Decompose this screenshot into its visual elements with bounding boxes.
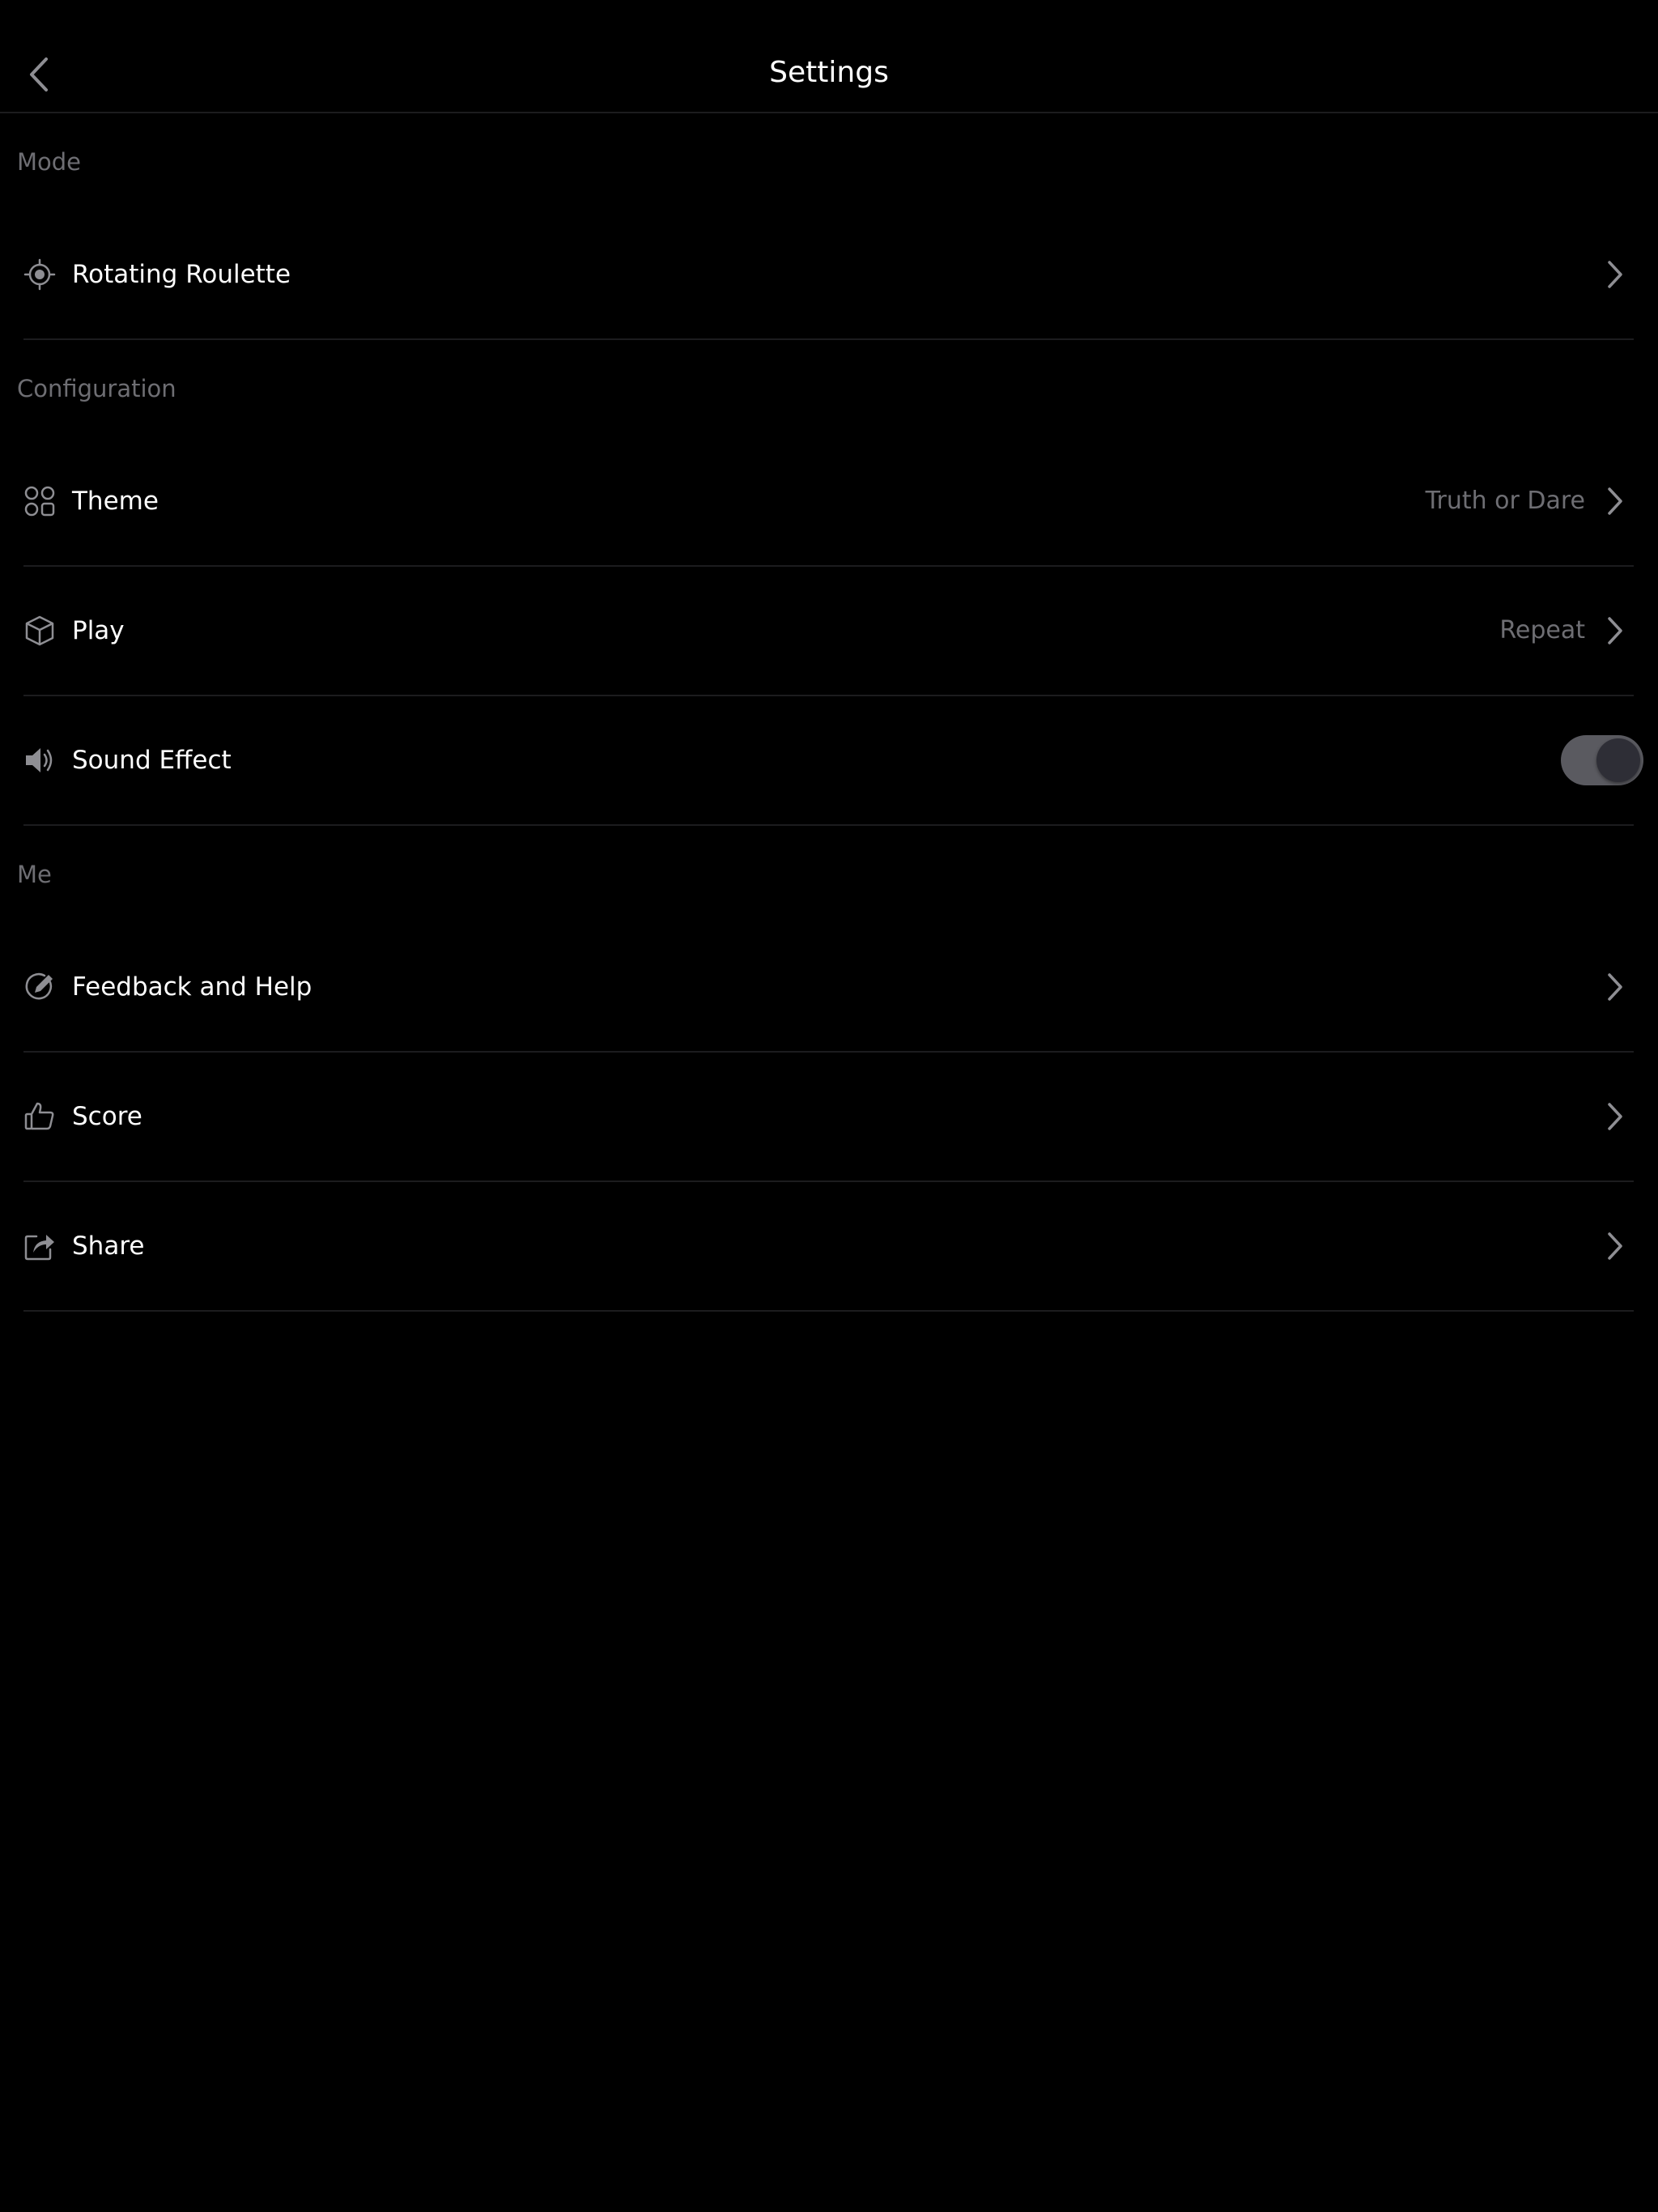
settings-row-sound-effect: Sound Effect xyxy=(23,696,1643,826)
chevron-right-icon xyxy=(1606,972,1624,1002)
chevron-right-icon xyxy=(1606,616,1624,645)
row-label: Score xyxy=(72,1102,142,1131)
settings-row-share[interactable]: Share xyxy=(23,1182,1634,1312)
chevron-right-icon xyxy=(1606,1102,1624,1131)
target-icon xyxy=(23,258,56,291)
row-label: Rotating Roulette xyxy=(72,260,291,289)
row-label: Play xyxy=(72,616,125,645)
grid-icon xyxy=(23,485,56,517)
chevron-right-icon xyxy=(1606,260,1624,289)
settings-row-theme[interactable]: Theme Truth or Dare xyxy=(23,437,1634,567)
row-value: Repeat xyxy=(1499,616,1585,644)
feedback-icon xyxy=(23,971,56,1003)
navigation-bar: Settings xyxy=(0,0,1658,113)
row-label: Theme xyxy=(72,487,159,516)
section-header-configuration: Configuration xyxy=(17,375,176,402)
page-title: Settings xyxy=(769,56,889,89)
settings-row-score[interactable]: Score xyxy=(23,1053,1634,1182)
thumbs-up-icon xyxy=(23,1100,56,1133)
row-label: Feedback and Help xyxy=(72,972,312,1002)
chevron-right-icon xyxy=(1606,487,1624,516)
share-icon xyxy=(23,1230,56,1262)
settings-row-play[interactable]: Play Repeat xyxy=(23,567,1634,696)
row-value: Truth or Dare xyxy=(1425,487,1585,515)
row-label: Share xyxy=(72,1231,145,1261)
cube-icon xyxy=(23,615,56,647)
section-header-mode: Mode xyxy=(17,148,82,176)
settings-row-rotating-roulette[interactable]: Rotating Roulette xyxy=(23,211,1634,340)
speaker-icon xyxy=(23,744,56,776)
sound-effect-toggle[interactable] xyxy=(1561,735,1643,785)
row-label: Sound Effect xyxy=(72,746,232,775)
chevron-right-icon xyxy=(1606,1231,1624,1261)
settings-row-feedback-and-help[interactable]: Feedback and Help xyxy=(23,923,1634,1053)
toggle-knob xyxy=(1596,738,1640,782)
section-header-me: Me xyxy=(17,861,52,888)
